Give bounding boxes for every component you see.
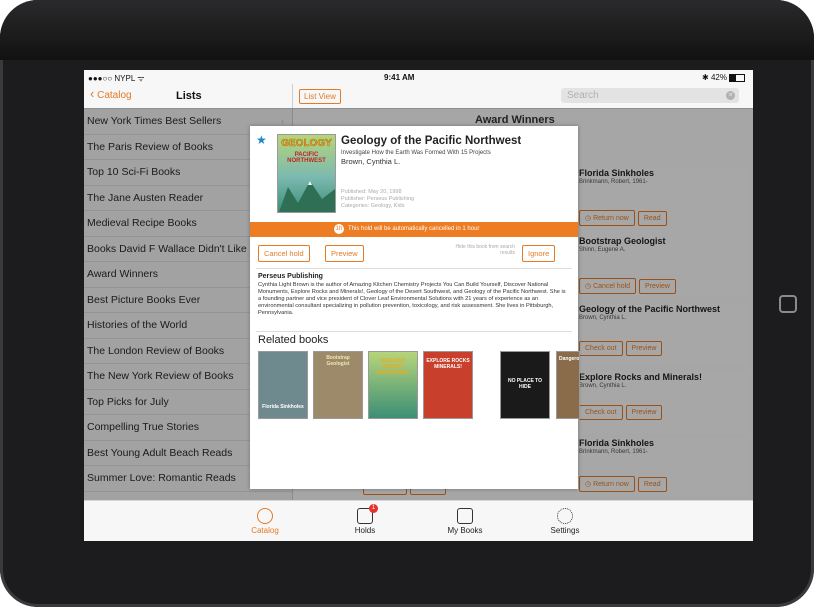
home-button-icon	[779, 295, 797, 313]
related-books-title: Related books	[258, 334, 329, 346]
back-label: Catalog	[97, 90, 132, 101]
book-cover: GEOLOGY PACIFIC NORTHWEST	[277, 134, 336, 213]
banner-text: This hold will be automatically cancelle…	[348, 226, 480, 232]
status-bar: ●●●○○ NYPL ᯤ 9:41 AM ✱ 42%	[84, 70, 753, 84]
device-bezel	[0, 0, 814, 60]
page-title: Lists	[176, 90, 202, 102]
ignore-button[interactable]: Ignore	[522, 245, 556, 262]
clear-search-icon[interactable]: ✕	[726, 91, 735, 100]
book-title: Geology of the Pacific Northwest	[341, 135, 522, 147]
related-book-cover[interactable]: Bootstrap Geologist	[313, 351, 363, 419]
gear-icon	[557, 508, 573, 524]
cover-label: Florida Sinkholes	[262, 404, 304, 410]
cover-label: NO PLACE TO HIDE	[507, 378, 543, 390]
my-books-icon	[457, 508, 473, 524]
tab-my-books[interactable]: My Books	[430, 508, 500, 535]
chevron-left-icon: ‹	[90, 86, 95, 101]
battery-indicator: ✱ 42%	[702, 73, 745, 82]
clock-icon: 1h	[334, 224, 344, 234]
tab-label: Settings	[550, 526, 580, 535]
clock: 9:41 AM	[384, 73, 415, 82]
holds-badge: 1	[369, 504, 378, 513]
tab-holds[interactable]: 1 Holds	[330, 504, 400, 535]
carrier-label: ●●●○○ NYPL ᯤ	[88, 74, 145, 83]
catalog-header: List View Search ✕	[293, 84, 753, 109]
catalog-icon	[257, 508, 273, 524]
book-subtitle: Investigate How the Earth Was Formed Wit…	[341, 150, 491, 156]
related-book-cover[interactable]: GEOLOGY PACIFIC NORTHWEST	[368, 351, 418, 419]
cover-subtitle: PACIFIC NORTHWEST	[287, 152, 326, 164]
related-book-cover[interactable]: NO PLACE TO HIDE	[500, 351, 550, 419]
cancel-hold-button[interactable]: Cancel hold	[258, 245, 310, 262]
hide-book-hint: Hide this book from search results	[455, 244, 515, 256]
hold-expiry-banner: 1h This hold will be automatically cance…	[250, 222, 578, 237]
publisher: Publisher: Perseus Publishing	[341, 196, 415, 202]
cover-title: GEOLOGY	[281, 138, 332, 149]
list-view-button[interactable]: List View	[299, 89, 341, 104]
tab-label: My Books	[447, 526, 483, 535]
cover-label: EXPLORE ROCKS MINERALS!	[426, 358, 470, 370]
lists-header: ‹ Catalog Lists	[84, 84, 292, 109]
categories: Categories: Geology, Kids	[341, 203, 405, 209]
divider	[256, 331, 572, 332]
cover-mountains-icon	[279, 181, 335, 212]
tab-catalog[interactable]: Catalog	[230, 508, 300, 535]
preview-button[interactable]: Preview	[325, 245, 364, 262]
publisher-name: Perseus Publishing	[258, 273, 323, 280]
battery-icon	[729, 73, 745, 82]
battery-percent: 42%	[710, 73, 727, 82]
ipad-device: ●●●○○ NYPL ᯤ 9:41 AM ✱ 42% ‹ Catalog Lis…	[0, 0, 814, 607]
cover-label: GEOLOGY PACIFIC NORTHWEST	[376, 358, 410, 376]
related-book-cover[interactable]: EXPLORE ROCKS MINERALS!	[423, 351, 473, 419]
tab-label: Holds	[354, 526, 376, 535]
tab-label: Catalog	[251, 526, 279, 535]
screen: ●●●○○ NYPL ᯤ 9:41 AM ✱ 42% ‹ Catalog Lis…	[84, 70, 753, 541]
related-book-cover[interactable]: Dangerous	[556, 351, 580, 419]
tab-bar: Catalog 1 Holds My Books Settings	[84, 500, 753, 541]
cover-label: Bootstrap Geologist	[326, 355, 350, 367]
star-icon[interactable]: ★	[256, 133, 267, 147]
search-placeholder: Search	[567, 90, 599, 101]
book-detail-modal: ★ GEOLOGY PACIFIC NORTHWEST Geology of t…	[250, 126, 580, 489]
related-book-cover[interactable]: Florida Sinkholes	[258, 351, 308, 419]
book-metadata: Published: May 20, 1998 Publisher: Perse…	[341, 189, 414, 210]
tab-settings[interactable]: Settings	[530, 508, 600, 535]
search-input[interactable]: Search ✕	[561, 88, 739, 103]
book-author: Brown, Cynthia L.	[341, 157, 401, 166]
published-date: Published: May 20, 1998	[341, 189, 402, 195]
book-description: Cynthia Light Brown is the author of Ama…	[258, 282, 566, 316]
back-to-catalog-button[interactable]: ‹ Catalog	[90, 86, 132, 101]
cover-label: Dangerous	[559, 356, 580, 362]
divider	[256, 268, 572, 269]
